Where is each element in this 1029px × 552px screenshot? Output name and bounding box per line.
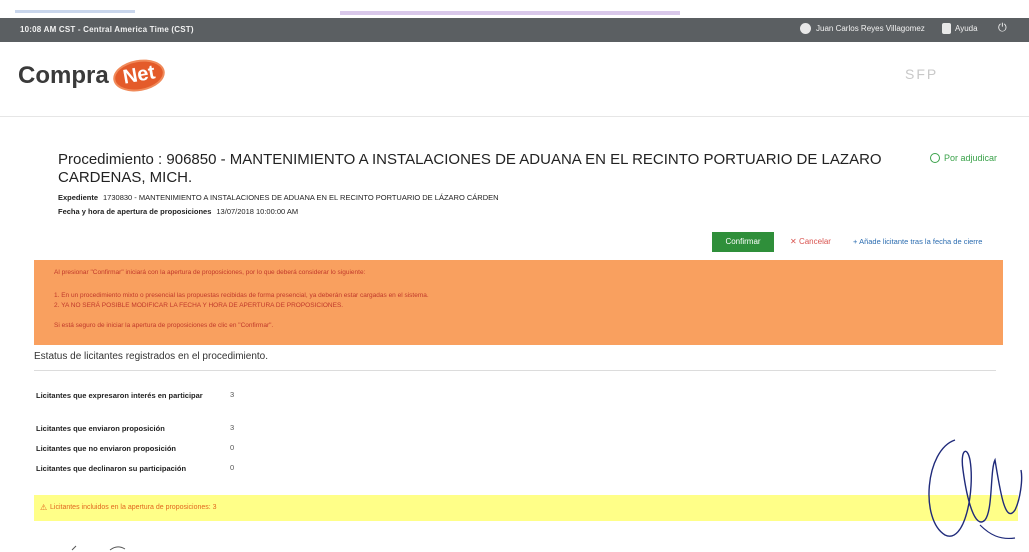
top-bar: 10:08 AM CST - Central America Time (CST…	[0, 18, 1029, 42]
power-icon[interactable]: ⏻	[998, 22, 1007, 35]
handwritten-signature	[928, 439, 1023, 540]
header-divider	[0, 116, 1029, 117]
apertura-label: Fecha y hora de apertura de proposicione…	[58, 207, 212, 216]
close-icon: ✕	[790, 237, 797, 246]
scan-mark	[71, 545, 126, 551]
user-icon	[800, 23, 811, 34]
apertura-line: Fecha y hora de apertura de proposicione…	[58, 207, 298, 216]
bidder-row-label: Licitantes que no enviaron proposición	[36, 444, 177, 453]
warning-icon: ⚠	[40, 503, 48, 512]
cancel-label: Cancelar	[798, 237, 831, 246]
bidder-row-value: 3	[230, 390, 235, 399]
section-divider	[34, 370, 996, 371]
plus-icon: +	[853, 237, 858, 246]
help-menu[interactable]: Ayuda	[942, 23, 978, 34]
expediente-label: Expediente	[58, 193, 99, 202]
artifact-bar-purple	[340, 11, 680, 15]
user-name: Juan Carlos Reyes Villagomez	[816, 24, 925, 33]
logo-text: Compra	[18, 61, 109, 89]
org-mark: SFP	[905, 66, 939, 82]
bidders-heading: Estatus de licitantes registrados en el …	[34, 351, 269, 362]
confirm-button[interactable]: Confirmar	[712, 232, 774, 252]
help-label: Ayuda	[955, 24, 978, 33]
bidder-row-label: Licitantes que enviaron proposición	[36, 424, 165, 433]
scan-artifact-strip	[0, 0, 700, 16]
cancel-button[interactable]: ✕ Cancelar	[790, 237, 831, 246]
alert-line-3: 2. YA NO SERÁ POSIBLE MODIFICAR LA FECHA…	[54, 302, 344, 309]
bidder-row-label: Licitantes que expresaron interés en par…	[36, 391, 203, 400]
note-text: Licitantes incluidos en la apertura de p…	[50, 504, 217, 511]
clock-icon	[930, 153, 940, 163]
bidder-row-value: 3	[230, 423, 235, 432]
alert-line-1: Al presionar "Confirmar" iniciará con la…	[54, 269, 366, 276]
add-bidder-label: Añade licitante tras la fecha de cierre	[859, 237, 983, 246]
alert-line-2: 1. En un procedimiento mixto o presencia…	[54, 292, 429, 299]
expediente-line: Expediente 1730830 - MANTENIMIENTO A INST…	[58, 193, 499, 202]
apertura-value: 13/07/2018 10:00:00 AM	[216, 207, 299, 216]
compranet-logo[interactable]: Compra Net	[18, 55, 168, 96]
alert-line-4: Si está seguro de iniciar la apertura de…	[54, 322, 274, 329]
add-bidder-button[interactable]: + Añade licitante tras la fecha de cierr…	[853, 237, 982, 246]
bidder-row-value: 0	[230, 463, 235, 472]
bidder-row-label: Licitantes que declinaron su participaci…	[36, 464, 187, 473]
procedure-title: Procedimiento : 906850 - MANTENIMIENTO A…	[58, 151, 882, 186]
user-menu[interactable]: Juan Carlos Reyes Villagomez	[800, 23, 925, 34]
logo-badge: Net	[110, 55, 168, 96]
expediente-value: 1730830 - MANTENIMIENTO A INSTALACIONES …	[103, 193, 499, 202]
book-icon	[942, 23, 951, 34]
clock-text: 10:08 AM CST - Central America Time (CST…	[20, 25, 194, 34]
status-badge: Por adjudicar	[930, 153, 997, 163]
bidder-row-value: 0	[230, 443, 235, 452]
status-text: Por adjudicar	[944, 153, 998, 163]
warning-alert: Al presionar "Confirmar" iniciará con la…	[34, 260, 1003, 345]
artifact-bar-blue	[15, 10, 135, 13]
included-bidders-note: ⚠ Licitantes incluidos en la apertura de…	[34, 495, 1018, 521]
